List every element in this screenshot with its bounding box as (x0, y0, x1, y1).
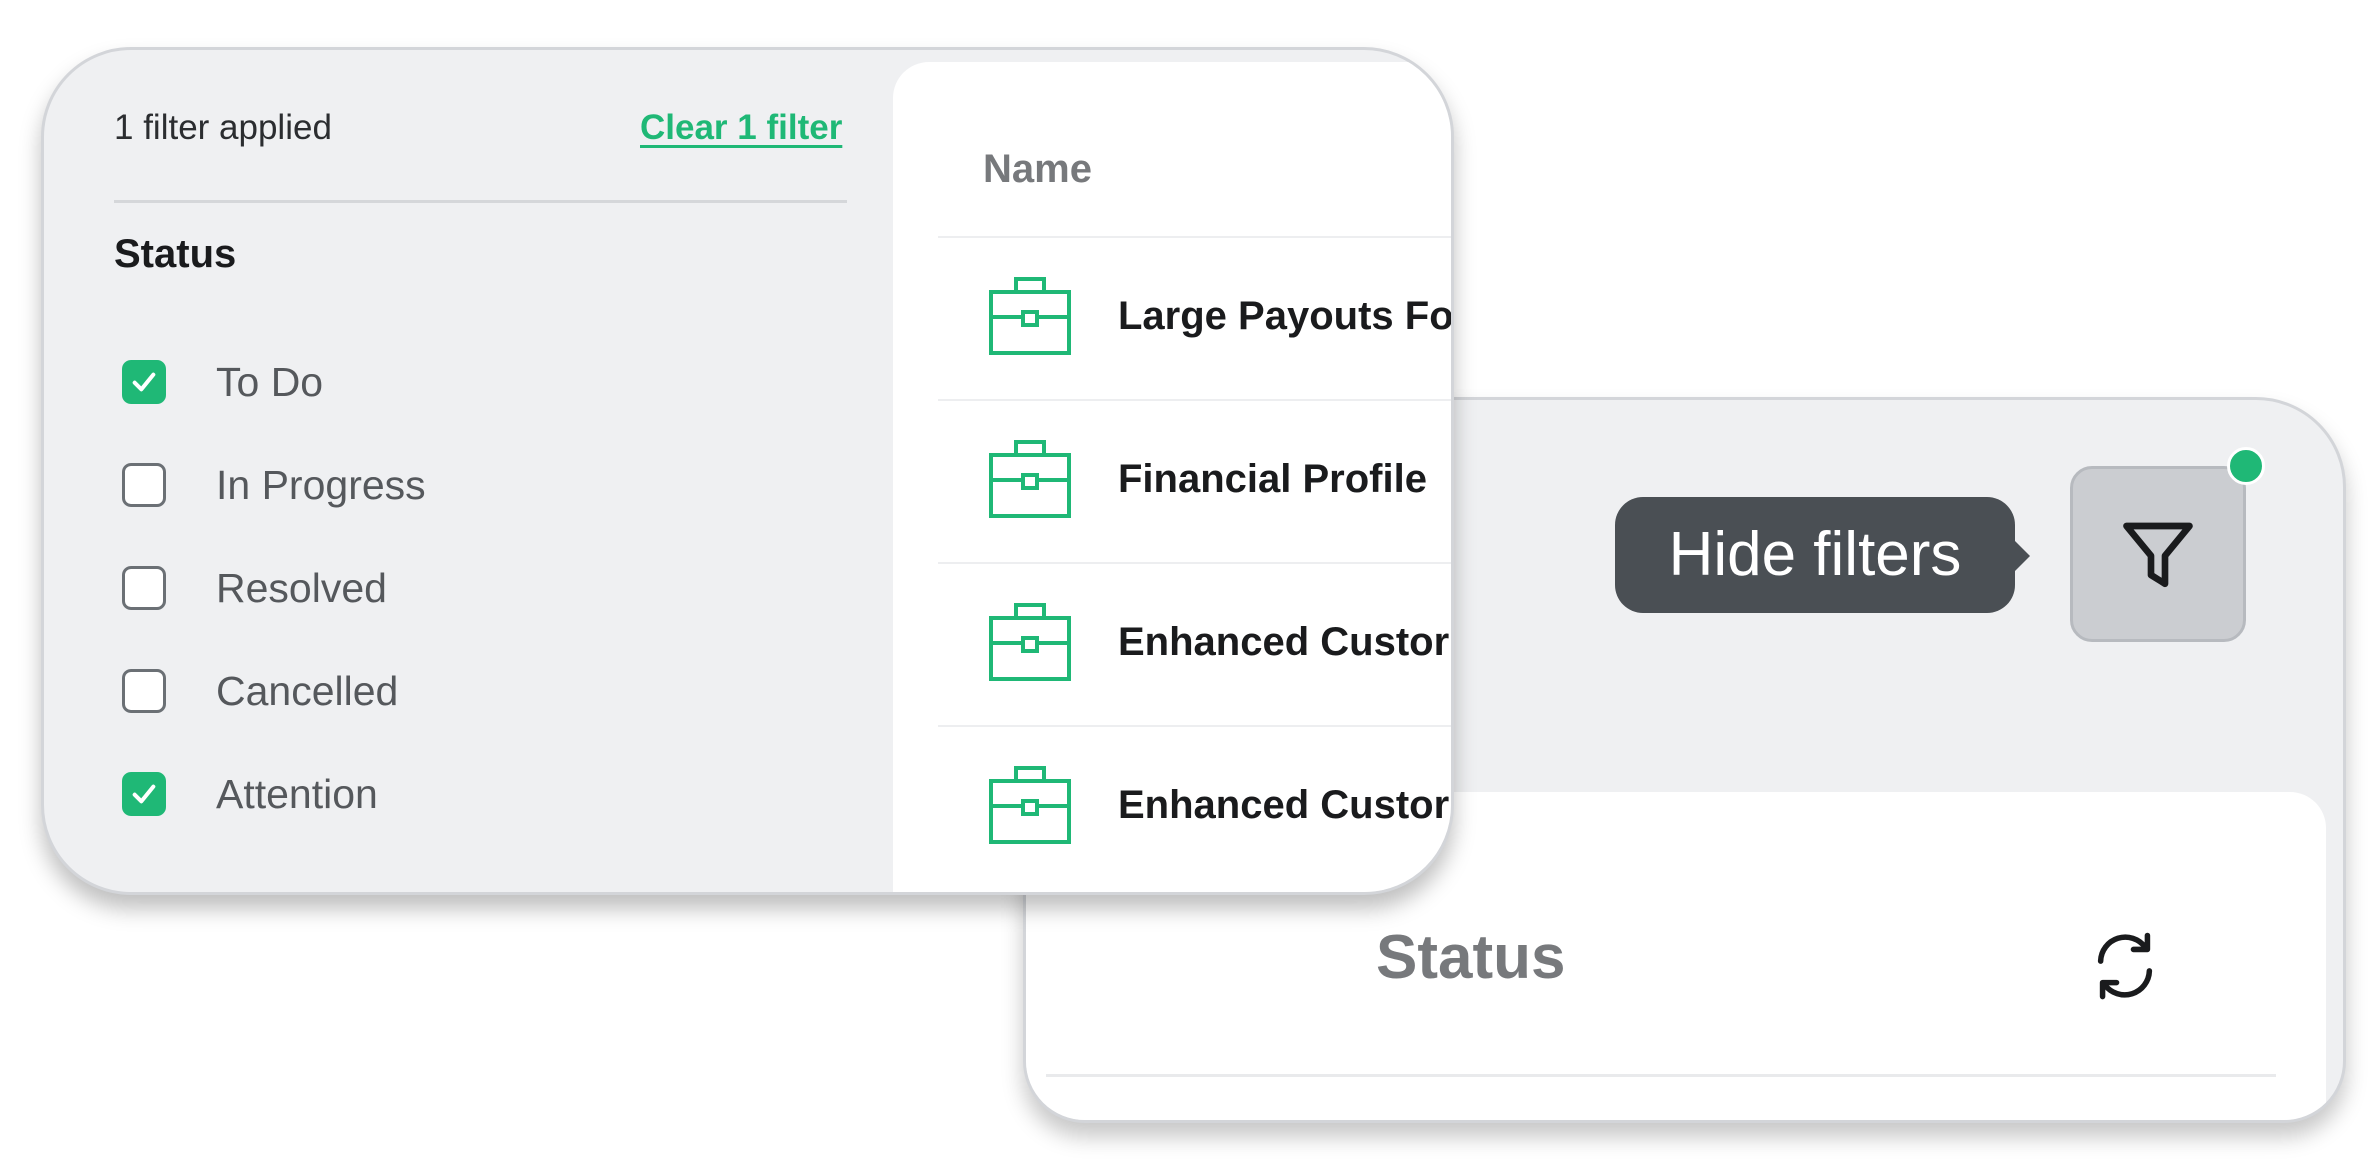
list-item-name: Enhanced Custor (1118, 783, 1450, 827)
briefcase-icon (989, 440, 1071, 518)
list-item-name: Large Payouts Fo (1118, 294, 1454, 338)
status-option-to-do[interactable]: To Do (122, 358, 323, 406)
checkbox[interactable] (122, 360, 166, 404)
clear-filter-link[interactable]: Clear 1 filter (640, 108, 842, 148)
status-option-attention[interactable]: Attention (122, 770, 378, 818)
status-option-in-progress[interactable]: In Progress (122, 461, 426, 509)
status-panel-title: Status (1376, 923, 1566, 992)
status-option-resolved[interactable]: Resolved (122, 564, 387, 612)
filters-card: 1 filter applied Clear 1 filter Status T… (41, 47, 1454, 895)
status-filter-title: Status (114, 232, 237, 276)
checkbox[interactable] (122, 463, 166, 507)
checkbox[interactable] (122, 669, 166, 713)
filters-divider (114, 200, 847, 203)
list-item[interactable]: Enhanced Custor (938, 727, 1451, 887)
filter-active-indicator (2227, 447, 2265, 485)
status-divider (1046, 1074, 2276, 1077)
briefcase-icon (989, 766, 1071, 844)
results-list: Name Large Payouts Fo Financial Profile … (893, 62, 1454, 892)
tooltip-arrow (2013, 539, 2030, 573)
status-option-cancelled[interactable]: Cancelled (122, 667, 398, 715)
refresh-icon[interactable] (2086, 927, 2164, 1005)
status-option-label: In Progress (216, 461, 426, 508)
check-icon (132, 372, 156, 392)
check-icon (132, 784, 156, 804)
hide-filters-tooltip: Hide filters (1615, 497, 2015, 613)
status-option-label: Cancelled (216, 667, 399, 714)
checkbox[interactable] (122, 772, 166, 816)
briefcase-icon (989, 277, 1071, 355)
status-option-label: Attention (216, 770, 378, 817)
list-item-name: Financial Profile (1118, 457, 1427, 501)
briefcase-icon (989, 603, 1071, 681)
list-item[interactable]: Large Payouts Fo (938, 238, 1454, 398)
filters-applied-count: 1 filter applied (114, 108, 332, 147)
stage: Hide filters Status 1 filter applied Cle… (0, 0, 2370, 1175)
list-item[interactable]: Financial Profile (938, 401, 1451, 561)
list-item-name: Enhanced Custor (1118, 620, 1450, 664)
status-option-label: Resolved (216, 564, 387, 611)
filter-icon (2123, 522, 2193, 588)
name-column-header[interactable]: Name (983, 147, 1092, 192)
status-option-label: To Do (216, 358, 324, 405)
checkbox[interactable] (122, 566, 166, 610)
list-item[interactable]: Enhanced Custor (938, 564, 1451, 724)
filter-toggle-button[interactable] (2070, 466, 2246, 642)
